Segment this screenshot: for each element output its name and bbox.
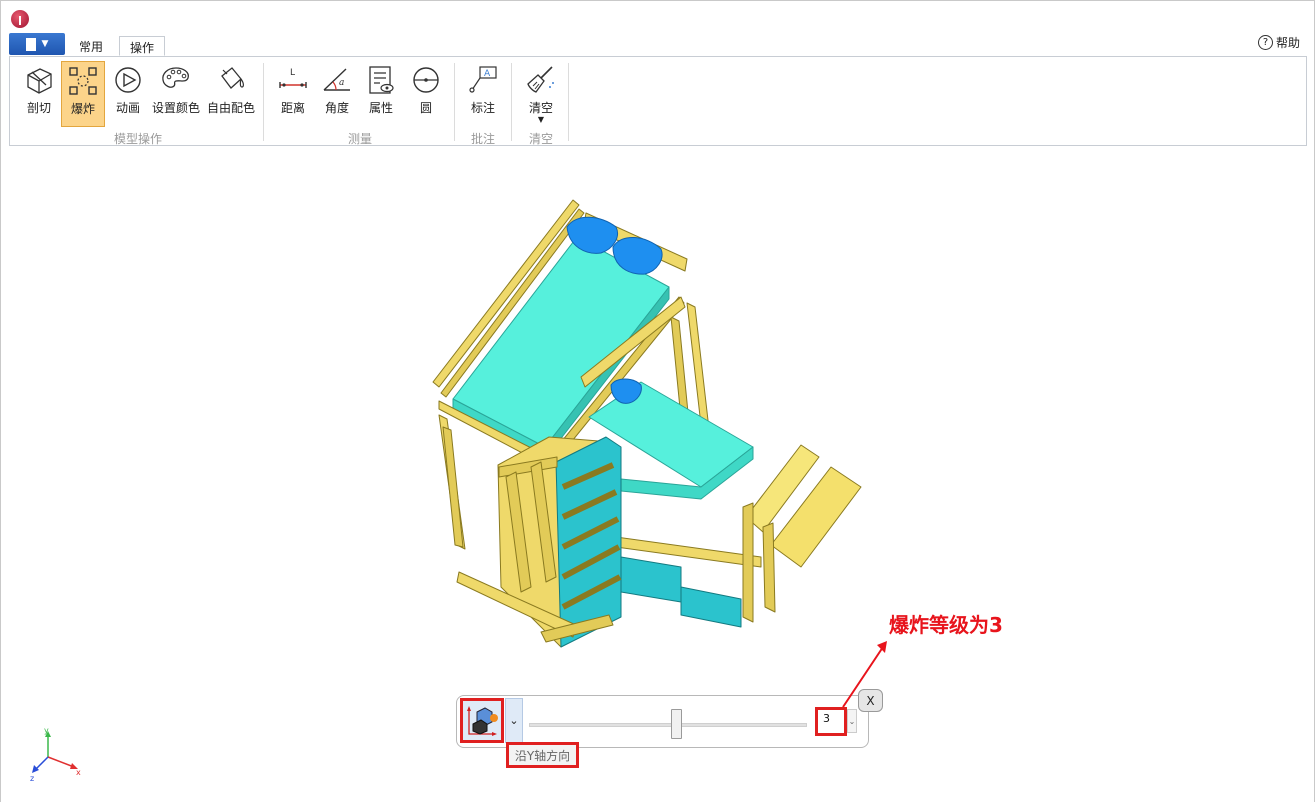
help-label: 帮助 — [1275, 36, 1300, 50]
separator — [454, 63, 455, 141]
file-menu-button[interactable]: ▼ — [9, 33, 65, 55]
section-label: 剖切 — [26, 101, 51, 115]
separator — [568, 63, 569, 141]
section-cube-icon — [27, 68, 52, 94]
separator — [511, 63, 512, 141]
group-label-clear: 清空 — [528, 132, 553, 146]
annotation-icon: A — [469, 66, 497, 93]
svg-text:a: a — [339, 78, 344, 88]
annotation-callout: 爆炸等级为3 — [889, 613, 1003, 637]
distance-icon: L — [279, 68, 307, 88]
chevron-down-icon: ▼ — [41, 39, 49, 49]
explode-button[interactable]: 爆炸 — [61, 61, 105, 127]
annotate-label: 标注 — [470, 101, 495, 115]
distance-label: 距离 — [280, 101, 305, 115]
annotation-arrow — [842, 641, 887, 708]
annotate-button[interactable]: A 标注 — [462, 61, 504, 127]
ribbon: 剖切 爆炸 动画 设置颜色 自由配色 模型操作 L 距离 a 角度 属性 圆 测… — [9, 56, 1307, 146]
free-color-button[interactable]: 自由配色 — [205, 61, 257, 127]
explode-icon — [69, 67, 97, 95]
main-window: ▼ 常用 操作 ? 帮助 剖切 爆炸 动画 设置颜色 自由配色 模型操作 L 距… — [0, 0, 1315, 802]
properties-label: 属性 — [368, 101, 393, 115]
paint-bucket-icon — [221, 67, 244, 89]
broom-icon — [527, 66, 554, 93]
clear-label: 清空 — [528, 101, 553, 115]
group-label-measure: 测量 — [347, 132, 372, 146]
play-circle-icon — [115, 67, 141, 93]
angle-button[interactable]: a 角度 — [316, 61, 358, 127]
question-icon: ? — [1257, 35, 1273, 50]
tab-operations[interactable]: 操作 — [119, 36, 166, 56]
chevron-down-icon: ▼ — [537, 115, 545, 124]
section-button[interactable]: 剖切 — [18, 61, 60, 127]
separator — [263, 63, 264, 141]
animation-button[interactable]: 动画 — [107, 61, 149, 127]
distance-button[interactable]: L 距离 — [272, 61, 314, 127]
tab-common[interactable]: 常用 — [69, 36, 113, 56]
properties-icon — [369, 66, 394, 94]
document-icon — [25, 37, 36, 51]
angle-icon: a — [323, 68, 350, 91]
title-bar — [1, 1, 1314, 31]
explode-label: 爆炸 — [70, 102, 95, 116]
help-button[interactable]: ? 帮助 — [1257, 34, 1300, 51]
clear-button[interactable]: 清空 ▼ — [520, 61, 562, 127]
angle-label: 角度 — [324, 101, 349, 115]
app-logo-icon[interactable] — [11, 10, 29, 28]
set-color-label: 设置颜色 — [151, 101, 200, 115]
set-color-button[interactable]: 设置颜色 — [151, 61, 201, 127]
circle-label: 圆 — [419, 101, 432, 115]
3d-viewport[interactable]: y x z ⌄ 3 ⌄ X 沿Y轴方向 爆炸等级为3 — [1, 147, 1314, 802]
svg-text:A: A — [484, 69, 491, 79]
properties-button[interactable]: 属性 — [360, 61, 402, 127]
circle-icon — [413, 67, 439, 93]
svg-text:L: L — [290, 68, 295, 78]
group-label-annotation: 批注 — [470, 132, 495, 146]
free-color-label: 自由配色 — [206, 101, 255, 115]
circle-button[interactable]: 圆 — [405, 61, 447, 127]
palette-icon — [162, 67, 189, 88]
animation-label: 动画 — [115, 101, 140, 115]
group-label-model: 模型操作 — [113, 132, 162, 146]
